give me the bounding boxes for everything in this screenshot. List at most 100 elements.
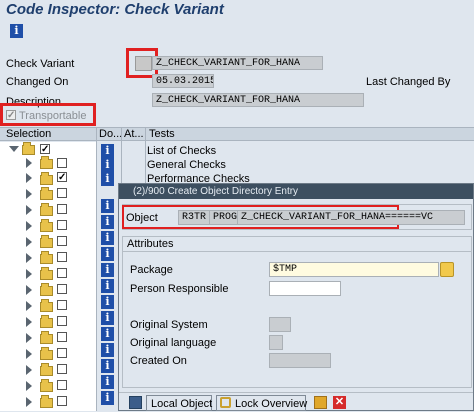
folder-icon [40,283,53,296]
expand-icon[interactable] [26,189,32,199]
info-icon[interactable]: i [101,343,114,357]
info-icon[interactable]: i [101,199,114,213]
col-selection[interactable]: Selection [6,128,51,140]
last-changed-by-label: Last Changed By [366,76,451,88]
tree-checkbox[interactable] [57,158,67,168]
expand-icon[interactable] [26,158,32,168]
tree-checkbox[interactable] [57,316,67,326]
table-header [0,127,474,141]
tree-checkbox[interactable] [57,284,67,294]
expand-icon[interactable] [26,349,32,359]
created-on-label: Created On [130,355,187,367]
info-icon[interactable]: i [101,215,114,229]
folder-icon [40,299,53,312]
tree-checkbox[interactable] [57,300,67,310]
tree-checkbox[interactable] [57,380,67,390]
info-icon[interactable]: i [101,391,114,405]
tree-checkbox[interactable]: ✓ [57,172,67,183]
expand-icon[interactable] [26,205,32,215]
expand-icon[interactable] [26,381,32,391]
col-divider [96,127,97,411]
local-object-button[interactable]: Local Object [146,395,212,411]
folder-icon [40,251,53,264]
changed-on-field: 05.03.2015 [152,74,214,88]
info-icon[interactable]: i [101,279,114,293]
test-general-checks[interactable]: General Checks [147,159,226,171]
folder-icon [40,379,53,392]
tree-checkbox[interactable] [57,396,67,406]
changed-on-label: Changed On [6,76,69,88]
info-icon[interactable]: i [101,263,114,277]
tree-checkbox[interactable] [57,252,67,262]
package-field[interactable]: $TMP [269,262,439,277]
tree-checkbox[interactable] [57,364,67,374]
folder-open-icon [22,142,35,155]
attributes-label: Attributes [127,238,174,250]
object-pgmid-field: R3TR [178,210,210,225]
package-label: Package [130,264,173,276]
expand-icon[interactable] [26,253,32,263]
tree-checkbox[interactable] [57,348,67,358]
original-language-label: Original language [130,337,217,349]
created-on-field [269,353,331,368]
expand-icon[interactable] [26,269,32,279]
object-type-field: PROG [209,210,238,225]
expand-icon[interactable] [26,397,32,407]
person-responsible-field[interactable] [269,281,341,296]
tree-checkbox[interactable] [57,332,67,342]
search-help-icon[interactable] [440,262,454,277]
info-icon[interactable]: i [101,144,114,158]
col-do[interactable]: Do... [99,128,122,140]
info-icon[interactable]: i [101,375,114,389]
info-icon[interactable]: i [101,311,114,325]
transportable-label: Transportable [19,110,87,122]
transportable-checkbox[interactable]: ✓ [6,110,16,121]
tree-checkbox[interactable] [57,220,67,230]
col-divider [121,127,122,183]
info-icon[interactable]: i [101,247,114,261]
tree-checkbox[interactable]: ✓ [40,144,50,155]
tree-checkbox[interactable] [57,188,67,198]
expand-icon[interactable] [26,301,32,311]
info-icon[interactable]: i [101,359,114,373]
check-variant-label: Check Variant [6,58,75,70]
expand-icon[interactable] [26,365,32,375]
button-bar-divider [119,392,473,393]
collapse-icon[interactable] [9,146,19,152]
tree-checkbox[interactable] [57,268,67,278]
folder-icon [40,267,53,280]
folder-icon [40,331,53,344]
tree-checkbox[interactable] [57,236,67,246]
folder-icon [40,363,53,376]
tree-checkbox[interactable] [57,204,67,214]
info-icon[interactable]: i [101,158,114,172]
cancel-icon[interactable]: ✕ [333,396,346,409]
info-icon[interactable]: i [101,327,114,341]
folder-icon [40,235,53,248]
expand-icon[interactable] [26,285,32,295]
expand-icon[interactable] [26,237,32,247]
expand-icon[interactable] [26,221,32,231]
attributes-header [122,236,472,252]
expand-icon[interactable] [26,333,32,343]
info-icon[interactable]: i [101,231,114,245]
info-icon[interactable]: i [10,24,23,38]
expand-icon[interactable] [26,317,32,327]
window-title: Code Inspector: Check Variant [6,1,224,18]
col-tests[interactable]: Tests [149,128,175,140]
create-object-dialog: (2)/900 Create Object Directory Entry Ob… [118,183,474,411]
col-at[interactable]: At... [124,128,144,140]
dialog-title: (2)/900 Create Object Directory Entry [119,184,473,199]
test-list-of-checks[interactable]: List of Checks [147,145,216,157]
info-icon[interactable]: i [101,295,114,309]
expand-icon[interactable] [26,173,32,183]
folder-icon [40,172,53,185]
check-variant-field[interactable]: Z_CHECK_VARIANT_FOR_HANA [152,56,323,70]
original-system-label: Original System [130,319,208,331]
save-icon[interactable] [129,396,142,409]
info-icon[interactable]: i [101,172,114,186]
description-field[interactable]: Z_CHECK_VARIANT_FOR_HANA [152,93,364,107]
object-name-field: Z_CHECK_VARIANT_FOR_HANA======VC [237,210,465,225]
help-icon[interactable] [314,396,327,409]
person-responsible-label: Person Responsible [130,283,229,295]
